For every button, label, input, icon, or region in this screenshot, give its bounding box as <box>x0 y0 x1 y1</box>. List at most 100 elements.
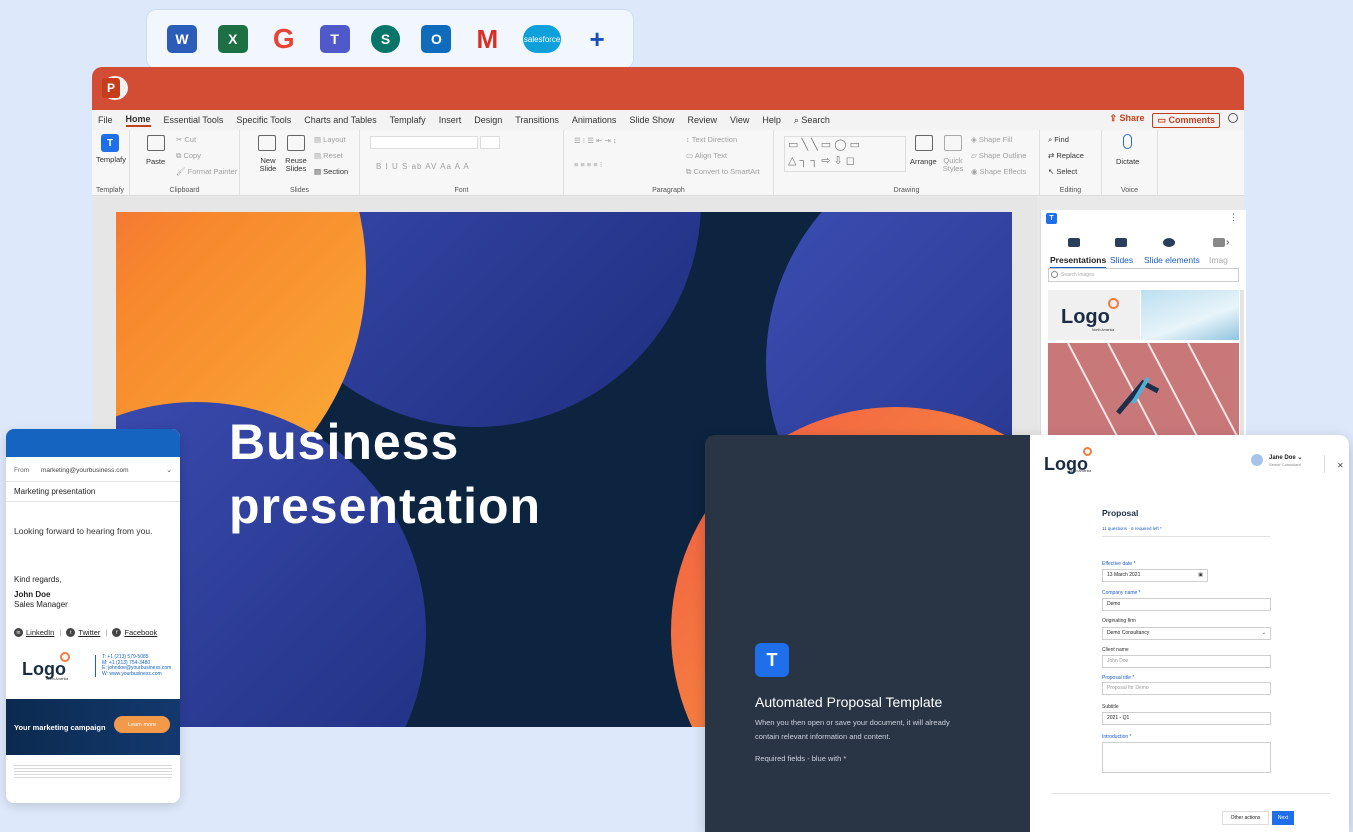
company-name-field[interactable]: Demo <box>1102 598 1271 611</box>
dictate-button[interactable]: Dictate <box>1116 157 1139 166</box>
tab-charts-and-tables[interactable]: Charts and Tables <box>304 115 376 125</box>
client-name-field[interactable]: John Doe <box>1102 655 1271 668</box>
tab-view[interactable]: View <box>730 115 749 125</box>
learn-more-button[interactable]: Learn more <box>114 716 170 733</box>
logo-thumbnail[interactable]: Logo North America <box>1048 290 1140 340</box>
new-slide-button[interactable]: New Slide <box>258 157 278 173</box>
align-text-button[interactable]: ▭ Align Text <box>686 151 727 160</box>
reset-button[interactable]: ▤ Reset <box>314 151 343 160</box>
tab-review[interactable]: Review <box>687 115 717 125</box>
text-direction-button[interactable]: ↕ Text Direction <box>686 135 737 144</box>
tab-animations[interactable]: Animations <box>572 115 617 125</box>
arrange-button[interactable]: Arrange <box>910 157 937 166</box>
copy-button[interactable]: ⧉ Copy <box>176 151 201 161</box>
tab-file[interactable]: File <box>98 115 113 125</box>
font-size-dropdown[interactable] <box>480 136 500 149</box>
replace-button[interactable]: ⇄ Replace <box>1048 151 1084 160</box>
panel-more-icon[interactable]: ⋮ <box>1229 212 1238 223</box>
tab-slide-elements[interactable]: Slide elements <box>1144 255 1200 265</box>
tab-help[interactable]: Help <box>762 115 781 125</box>
shape-outline-button[interactable]: ▱ Shape Outline <box>971 151 1026 160</box>
campaign-banner[interactable]: Your marketing campaign Learn more <box>6 699 180 755</box>
sharepoint-icon[interactable]: S <box>370 25 401 53</box>
proposal-title-field[interactable]: Proposal for Demo <box>1102 682 1271 695</box>
salesforce-icon[interactable]: salesforce <box>523 25 562 53</box>
tab-home[interactable]: Home <box>125 114 151 127</box>
microphone-icon[interactable] <box>1123 134 1132 149</box>
tab-specific-tools[interactable]: Specific Tools <box>236 115 291 125</box>
word-icon[interactable]: W <box>167 25 197 53</box>
reuse-slides-icon[interactable] <box>287 135 305 151</box>
google-icon[interactable]: G <box>269 23 299 54</box>
templafy-icon[interactable]: T <box>101 134 119 152</box>
effective-date-field[interactable]: 13 March 2021 ▣ <box>1102 569 1208 582</box>
arrange-icon[interactable] <box>915 135 933 151</box>
layout-button[interactable]: ▤ Layout <box>314 135 346 144</box>
reuse-slides-button[interactable]: Reuse Slides <box>284 157 308 173</box>
quick-styles-icon[interactable] <box>944 135 962 151</box>
email-from-row[interactable]: From marketing@yourbusiness.com <box>14 467 129 474</box>
calendar-icon[interactable]: ▣ <box>1198 570 1203 581</box>
bullets-buttons[interactable]: ☰ ⁝ ☰ ⇤ ⇥ ↕ <box>574 136 617 145</box>
tab-slides[interactable]: Slides <box>1110 255 1133 265</box>
paste-button[interactable]: Paste <box>146 157 165 166</box>
feedback-smile-icon[interactable] <box>1228 113 1238 123</box>
slides-icon[interactable] <box>1115 238 1127 247</box>
images-icon[interactable] <box>1213 238 1225 247</box>
shape-effects-button[interactable]: ◉ Shape Effects <box>971 167 1026 176</box>
close-icon[interactable]: ✕ <box>1337 461 1344 470</box>
select-button[interactable]: ↖ Select <box>1048 167 1077 176</box>
next-button[interactable]: Next <box>1272 811 1294 825</box>
new-slide-icon[interactable] <box>258 135 276 151</box>
other-actions-button[interactable]: Other actions <box>1222 811 1269 825</box>
comments-button[interactable]: ▭ Comments <box>1152 113 1220 128</box>
convert-smartart-button[interactable]: ⧉ Convert to SmartArt <box>686 167 760 177</box>
running-track-image-thumbnail[interactable] <box>1048 342 1239 439</box>
facebook-link[interactable]: Facebook <box>124 628 157 637</box>
gmail-icon[interactable]: M <box>472 24 502 54</box>
share-button[interactable]: ⇪ Share <box>1109 113 1144 128</box>
subtitle-field[interactable]: 2021 - Q1 <box>1102 712 1271 725</box>
originating-firm-select[interactable]: Demo Consultancy ⌄ <box>1102 627 1271 640</box>
align-buttons[interactable]: ≡ ≡ ≡ ≡ ⁝ <box>574 160 602 169</box>
chevron-down-icon[interactable]: ⌄ <box>166 466 172 474</box>
twitter-link[interactable]: Twitter <box>78 628 100 637</box>
contact-web[interactable]: W: www.yourbusiness.com <box>102 671 171 678</box>
email-body[interactable]: Looking forward to hearing from you. <box>14 526 152 536</box>
tab-design[interactable]: Design <box>474 115 502 125</box>
shapes-gallery[interactable]: ▭ ╲ ╲ ▭ ◯ ▭ △ ┐ ┐ ⇨ ⇩ ◻ <box>784 136 906 172</box>
cut-button[interactable]: ✂ Cut <box>176 135 196 144</box>
teams-icon[interactable]: T <box>319 25 350 53</box>
tab-insert[interactable]: Insert <box>439 115 462 125</box>
tab-templafy[interactable]: Templafy <box>390 115 426 125</box>
presentations-icon[interactable] <box>1068 238 1080 247</box>
avatar[interactable] <box>1251 454 1263 466</box>
skier-image-thumbnail[interactable] <box>1141 290 1239 340</box>
excel-icon[interactable]: X <box>217 25 248 53</box>
linkedin-link[interactable]: LinkedIn <box>26 628 54 637</box>
tab-images[interactable]: Imag <box>1209 255 1228 265</box>
add-app-icon[interactable]: + <box>582 24 612 54</box>
section-button[interactable]: ▤ Section <box>314 167 348 176</box>
outlook-icon[interactable]: O <box>421 25 452 53</box>
font-format-buttons[interactable]: B I U S ab AV Aa A A <box>376 162 470 171</box>
ribbon-search[interactable]: ⌕ Search <box>794 115 830 126</box>
shape-fill-button[interactable]: ◈ Shape Fill <box>971 135 1012 144</box>
format-painter-button[interactable]: 🖌 Format Painter <box>176 167 237 176</box>
introduction-textarea[interactable] <box>1102 742 1271 773</box>
find-button[interactable]: ⌕ Find <box>1048 135 1069 145</box>
tab-transitions[interactable]: Transitions <box>515 115 559 125</box>
quick-styles-button[interactable]: Quick Styles <box>942 157 964 173</box>
paste-icon[interactable] <box>147 135 165 151</box>
font-name-dropdown[interactable] <box>370 136 478 149</box>
panel-scrollbar[interactable] <box>1240 290 1244 438</box>
tab-presentations[interactable]: Presentations <box>1050 255 1107 269</box>
slide-title[interactable]: Business presentation <box>229 410 541 538</box>
user-menu[interactable]: Jane Doe ⌄ <box>1269 454 1302 461</box>
tab-essential-tools[interactable]: Essential Tools <box>164 115 224 125</box>
email-subject[interactable]: Marketing presentation <box>14 487 95 496</box>
tab-slide-show[interactable]: Slide Show <box>629 115 674 125</box>
templafy-button[interactable]: Templafy <box>96 155 126 164</box>
tabs-scroll-right-icon[interactable]: › <box>1226 237 1229 248</box>
image-search-input[interactable]: Search images <box>1048 268 1239 282</box>
